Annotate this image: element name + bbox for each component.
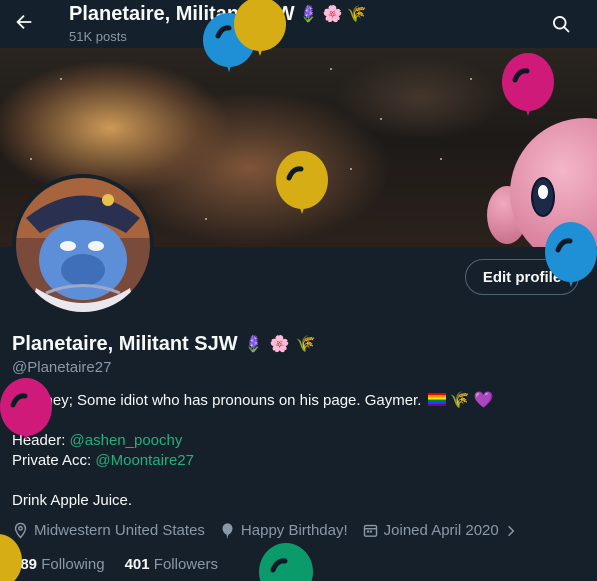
name-emoji-hyacinth: 🪻 xyxy=(243,334,264,353)
followers-count: 401 xyxy=(124,556,150,573)
followers-link[interactable]: 401 Followers xyxy=(125,556,218,573)
birthday-text: Happy Birthday! xyxy=(240,522,348,539)
chevron-right-icon xyxy=(507,525,515,536)
bio-emoji-heart: 💜 xyxy=(473,390,494,409)
search-button[interactable] xyxy=(545,8,577,40)
header-emoji-rice: 🌾 xyxy=(346,4,367,23)
header-emoji-hyacinth: 🪻 xyxy=(298,4,319,23)
search-icon xyxy=(553,16,570,33)
bio-line-1: He/They; Some idiot who has pronouns on … xyxy=(12,392,422,409)
birthday-balloon-green-1 xyxy=(259,543,313,581)
pride-flag-icon xyxy=(427,393,446,406)
display-name: Planetaire, Militant SJW xyxy=(12,333,238,355)
profile-bio: He/They; Some idiot who has pronouns on … xyxy=(12,390,582,511)
birthday-balloon-magenta-2 xyxy=(0,378,52,441)
banner-kirby-eye xyxy=(531,177,555,217)
bio-header-link[interactable]: @ashen_poochy xyxy=(70,432,183,449)
following-label: Following xyxy=(41,556,105,573)
followers-label: Followers xyxy=(153,556,218,573)
name-emoji-blossom: 🌸 xyxy=(269,334,290,353)
bio-emoji-rice: 🌾 xyxy=(449,390,470,409)
bio-line-4: Drink Apple Juice. xyxy=(12,492,133,509)
arrow-left-icon xyxy=(16,14,32,30)
avatar[interactable] xyxy=(12,174,154,316)
meta-joined[interactable]: Joined April 2020 xyxy=(362,522,518,539)
bio-private-label: Private Acc: xyxy=(12,452,96,469)
profile-meta: Midwestern United States Happy Birthday!… xyxy=(12,522,532,539)
follow-stats: 389 Following 401 Followers xyxy=(12,556,238,573)
header-emoji-blossom: 🌸 xyxy=(322,4,343,23)
birthday-balloon-magenta-1 xyxy=(502,53,554,116)
balloon-icon xyxy=(222,523,233,539)
meta-location: Midwestern United States xyxy=(12,522,205,539)
joined-text: Joined April 2020 xyxy=(383,522,499,539)
calendar-icon xyxy=(363,524,377,537)
location-text: Midwestern United States xyxy=(34,522,205,539)
birthday-balloon-yellow-1 xyxy=(234,0,286,56)
user-handle: @Planetaire27 xyxy=(12,359,112,376)
avatar-image xyxy=(16,178,150,312)
profile-name-row: Planetaire, Militant SJW 🪻 🌸 🌾 xyxy=(12,331,315,357)
bio-private-link[interactable]: @Moontaire27 xyxy=(95,452,194,469)
back-button[interactable] xyxy=(8,6,40,38)
birthday-balloon-yellow-2 xyxy=(276,151,328,214)
meta-birthday: Happy Birthday! xyxy=(219,522,348,539)
name-emoji-rice: 🌾 xyxy=(295,334,316,353)
top-bar: Planetaire, Militant SJW 🪻 🌸 🌾 51K posts xyxy=(0,0,597,48)
birthday-balloon-yellow-3 xyxy=(0,534,22,581)
birthday-balloon-blue-2 xyxy=(545,222,597,287)
